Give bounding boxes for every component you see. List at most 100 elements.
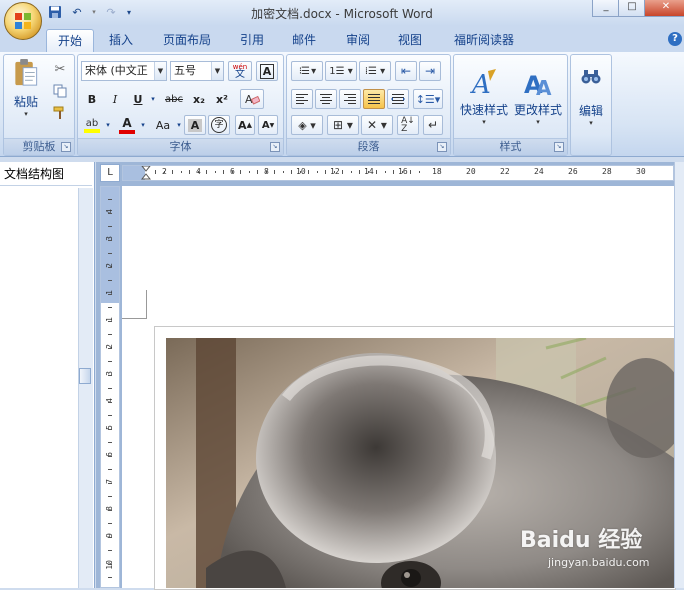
line-spacing-button[interactable]: ↕☰▾ [413,89,443,109]
align-center-button[interactable] [315,89,337,109]
ruler-tick [240,170,241,174]
ruler-tick [108,334,112,335]
horizontal-ruler[interactable]: 2 4 6 8 10 12 14 16 18 20 22 24 26 28 30 [122,165,674,181]
ruler-tick [359,170,360,174]
ruler-tick [108,563,112,565]
strikethrough-button[interactable]: abc [162,89,186,109]
styles-group-label: 样式 [454,138,567,155]
styles-launcher-icon[interactable]: ↘ [554,142,564,152]
shading-button[interactable]: ◈ ▾ [291,115,323,135]
numbering-button[interactable]: 1☰ ▾ [325,61,357,81]
character-shading-icon: A [187,118,203,132]
change-case-button[interactable]: Aa [150,115,176,135]
superscript-button[interactable]: x² [211,89,233,109]
ruler-number: 14 [364,167,374,176]
document-scrollbar[interactable] [674,162,684,588]
borders-button[interactable]: ⊞ ▾ [327,115,359,135]
multilevel-list-button[interactable]: ⁞☰ ▾ [359,61,391,81]
ruler-tick [248,171,250,173]
ruler-tick [350,171,352,173]
minimize-button[interactable]: _ [592,0,620,17]
svg-text:A: A [470,70,491,99]
chinese-layout-button[interactable]: ✕ ▾ [361,115,393,135]
change-case-dropdown-icon[interactable]: ▾ [175,115,183,135]
ruler-tick [108,415,112,416]
office-button[interactable] [4,2,42,40]
change-styles-button[interactable]: A A 更改样式 ▾ [510,57,566,135]
document-map-scroll-thumb[interactable] [79,368,91,384]
clear-formatting-button[interactable]: A [240,89,264,109]
font-color-button[interactable]: A [116,115,138,135]
font-color-dropdown-icon[interactable]: ▾ [138,115,148,135]
italic-button[interactable]: I [104,89,126,109]
character-shading-button[interactable]: A [184,115,206,135]
format-painter-icon [53,106,64,119]
highlight-dropdown-icon[interactable]: ▾ [103,115,113,135]
editing-button[interactable]: 编辑 ▾ [573,57,609,135]
highlight-button[interactable]: ab [81,115,103,135]
tab-selector-button[interactable]: L [100,164,120,182]
ruler-tick [393,170,394,174]
align-left-button[interactable] [291,89,313,109]
align-right-button[interactable] [339,89,361,109]
bullets-button[interactable]: ⁝☰ ▾ [291,61,323,81]
copy-button[interactable] [50,81,70,101]
ruler-tick [108,509,112,511]
ruler-tick [108,442,112,443]
show-marks-button[interactable]: ↵ [423,115,443,135]
character-border-icon: A [259,63,275,79]
tab-references[interactable]: 引用 [232,29,272,51]
decrease-indent-button[interactable]: ⇤ [395,61,417,81]
bullets-icon: ⁝☰ ▾ [298,65,316,77]
clipboard-launcher-icon[interactable]: ↘ [61,142,71,152]
paragraph-mark-icon: ↵ [427,118,439,132]
paragraph-launcher-icon[interactable]: ↘ [437,142,447,152]
ruler-tick [384,171,386,173]
document-map-scrollbar[interactable] [78,188,93,588]
ruler-tick [316,171,318,173]
grow-font-button[interactable]: A ▲ [235,115,255,135]
ruler-tick [108,388,112,389]
chevron-down-icon: ▼ [211,62,223,80]
change-styles-label: 更改样式 [513,102,562,117]
tab-view[interactable]: 视图 [390,29,430,51]
increase-indent-button[interactable]: ⇥ [419,61,441,81]
justify-button[interactable] [363,89,385,109]
font-launcher-icon[interactable]: ↘ [270,142,280,152]
ruler-top-margin [101,187,119,303]
grow-font-icon: ▲ [246,121,252,129]
ruler-tick [108,253,112,254]
distributed-button[interactable] [387,89,409,109]
character-border-button[interactable]: A [256,61,278,81]
sort-button[interactable]: A↓ Z [397,115,419,135]
ribbon-tabs: 开始 插入 页面布局 引用 邮件 审阅 视图 福昕阅读器 [0,26,684,52]
bold-button[interactable]: B [81,89,103,109]
underline-button[interactable]: U [127,89,149,109]
maximize-button[interactable]: □ [618,0,646,17]
indent-marker-icon[interactable] [141,166,151,180]
quick-styles-button[interactable]: A 快速样式 ▾ [456,57,512,135]
tab-home[interactable]: 开始 [46,29,94,52]
paste-button[interactable]: 粘贴 ▾ [6,57,46,119]
scissors-icon: ✂ [54,61,66,77]
vertical-ruler[interactable]: 4 3 2 1 1 2 3 4 5 6 7 8 9 10 [100,186,120,588]
help-icon[interactable]: ? [668,32,682,46]
tab-mailings[interactable]: 邮件 [284,29,324,51]
close-button[interactable]: ✕ [644,0,684,17]
enclose-characters-button[interactable]: 字 [208,115,230,135]
tab-page-layout[interactable]: 页面布局 [152,29,222,51]
subscript-button[interactable]: x₂ [188,89,210,109]
ruler-number: 18 [432,167,442,176]
shrink-font-button[interactable]: A ▼ [258,115,278,135]
font-size-dropdown[interactable]: 五号 ▼ [170,61,224,81]
cut-button[interactable]: ✂ [50,59,70,79]
copy-icon [53,84,67,98]
format-painter-button[interactable] [50,103,70,123]
font-name-dropdown[interactable]: 宋体 (中文正 ▼ [81,61,167,81]
underline-dropdown-icon[interactable]: ▾ [148,89,158,109]
ruler-tick [172,170,173,174]
tab-review[interactable]: 审阅 [336,29,380,51]
phonetic-guide-button[interactable]: wén 文 [228,61,252,81]
tab-foxit-reader[interactable]: 福昕阅读器 [444,29,524,51]
tab-insert[interactable]: 插入 [100,29,142,51]
